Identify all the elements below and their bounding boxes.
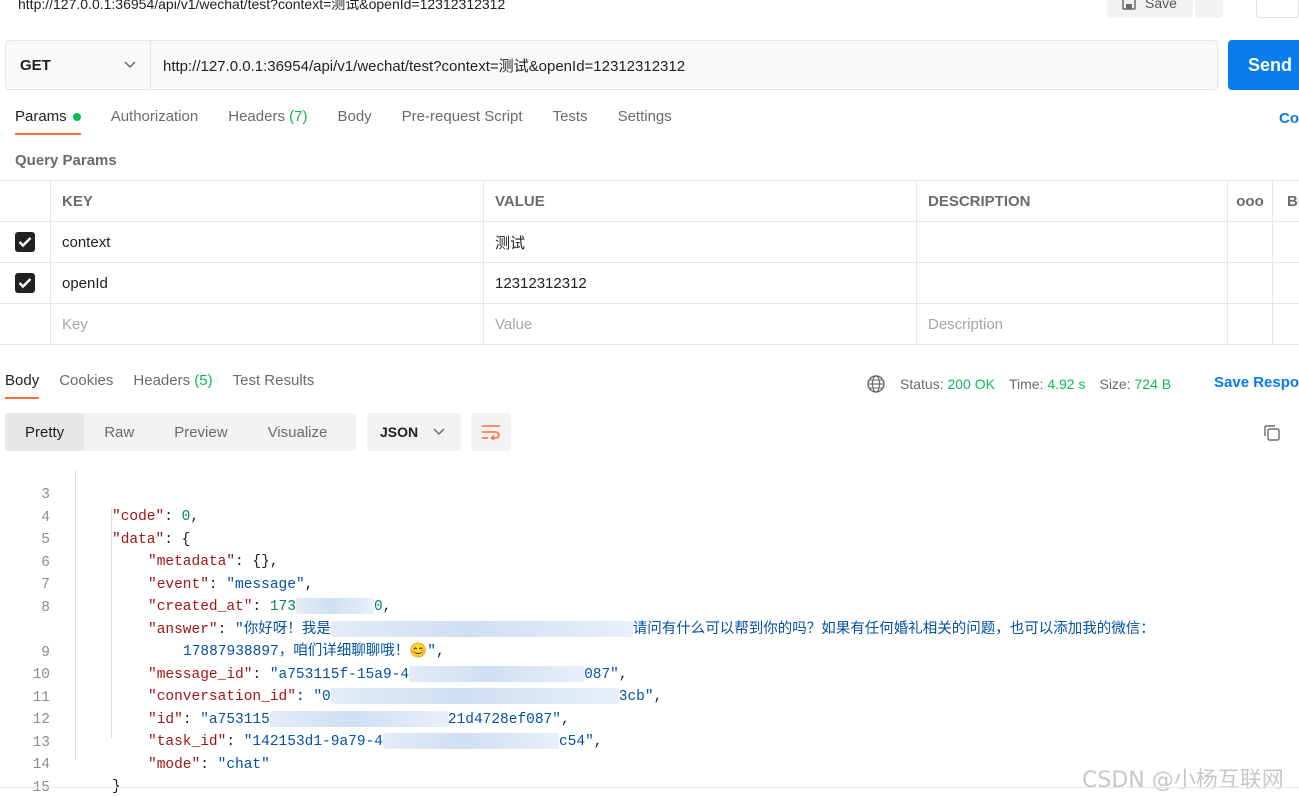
top-bar: http://127.0.0.1:36954/api/v1/wechat/tes… xyxy=(0,0,1299,20)
request-tabs: Params Authorization Headers (7) Body Pr… xyxy=(15,108,702,135)
check-icon xyxy=(18,278,32,289)
code-line: 3 "code": 0, xyxy=(41,487,200,525)
method-select[interactable]: GET xyxy=(6,41,151,89)
code-line: 13 "mode": "chat" xyxy=(32,735,270,773)
table-row-new: Key Value Description xyxy=(0,304,1299,345)
code-line: 4 "data": { xyxy=(41,510,191,548)
chevron-down-icon xyxy=(433,428,445,436)
tab-headers[interactable]: Headers (7) xyxy=(228,108,307,135)
param-description-input[interactable] xyxy=(917,263,1228,303)
param-key-input[interactable]: context xyxy=(51,222,484,262)
tab-authorization[interactable]: Authorization xyxy=(111,108,199,135)
tab-body[interactable]: Body xyxy=(337,108,371,135)
watermark: CSDN @小杨互联网 xyxy=(1082,768,1284,793)
tab-settings[interactable]: Settings xyxy=(618,108,672,135)
code-line: 12 "task_id": "142153d1-9a79-4 c54", xyxy=(32,712,603,750)
save-button[interactable]: Save xyxy=(1107,0,1193,18)
param-value-input[interactable]: 测试 xyxy=(484,222,917,262)
view-mode-toggle: Pretty Raw Preview Visualize xyxy=(5,413,356,451)
status-text: Status: 200 OK xyxy=(900,376,995,392)
size-text: Size: 724 B xyxy=(1099,376,1172,392)
query-params-table: KEY VALUE DESCRIPTION ooo Bu context 测试 … xyxy=(0,180,1299,345)
bulk-edit-link[interactable]: Bu xyxy=(1273,181,1299,221)
table-header-row: KEY VALUE DESCRIPTION ooo Bu xyxy=(0,181,1299,222)
params-active-dot xyxy=(72,113,81,122)
method-label: GET xyxy=(20,56,51,74)
cookies-link[interactable]: Co xyxy=(1279,110,1299,127)
tab-response-headers[interactable]: Headers (5) xyxy=(133,372,212,399)
response-headers-count: (5) xyxy=(194,372,213,389)
more-options-icon[interactable]: ooo xyxy=(1228,181,1273,221)
new-description-input[interactable]: Description xyxy=(917,304,1228,344)
copy-icon[interactable] xyxy=(1262,423,1282,446)
code-line: 5 "metadata": {}, xyxy=(41,532,279,570)
view-raw-button[interactable]: Raw xyxy=(84,413,154,451)
request-title: http://127.0.0.1:36954/api/v1/wechat/tes… xyxy=(18,0,506,12)
new-key-input[interactable]: Key xyxy=(51,304,484,344)
query-params-title: Query Params xyxy=(15,152,117,169)
tab-response-cookies[interactable]: Cookies xyxy=(59,372,113,399)
format-select[interactable]: JSON xyxy=(367,413,461,451)
save-label: Save xyxy=(1145,0,1177,11)
chevron-down-icon xyxy=(124,61,136,69)
column-header-description: DESCRIPTION xyxy=(917,181,1228,221)
code-line: 14 } xyxy=(32,757,121,795)
response-status: Status: 200 OK Time: 4.92 s Size: 724 B xyxy=(866,374,1171,394)
wrap-lines-icon xyxy=(482,425,500,440)
save-response-button[interactable]: Save Respo xyxy=(1214,374,1299,391)
format-label: JSON xyxy=(380,424,419,440)
globe-icon[interactable] xyxy=(866,374,886,394)
headers-count: (7) xyxy=(289,108,308,125)
response-body-code[interactable]: 3 "code": 0, 4 "data": { 5 "metadata": {… xyxy=(0,462,1299,797)
tab-tests[interactable]: Tests xyxy=(553,108,588,135)
param-key-input[interactable]: openId xyxy=(51,263,484,303)
save-icon xyxy=(1122,0,1136,10)
table-row: openId 12312312312 xyxy=(0,263,1299,304)
code-line: 6 "event": "message", xyxy=(41,555,314,593)
time-text: Time: 4.92 s xyxy=(1008,376,1086,392)
edit-icon[interactable] xyxy=(1256,0,1299,18)
code-line: 7 "created_at": 173 0, xyxy=(41,577,392,615)
save-dropdown-button[interactable] xyxy=(1195,0,1223,18)
table-row: context 测试 xyxy=(0,222,1299,263)
tab-test-results[interactable]: Test Results xyxy=(233,372,315,399)
url-input[interactable] xyxy=(151,41,1217,89)
code-line: 8 "answer": "你好呀！我是 请问有什么可以帮到你的吗？如果有任何婚礼相… xyxy=(41,600,1155,638)
check-icon xyxy=(18,237,32,248)
divider xyxy=(0,787,1299,788)
column-header-value: VALUE xyxy=(484,181,917,221)
code-line: 10 "conversation_id": "0 3cb", xyxy=(32,667,663,705)
new-value-input[interactable]: Value xyxy=(484,304,917,344)
code-line: 9 "message_id": "a753115f-15a9-4 087", xyxy=(41,645,628,683)
view-preview-button[interactable]: Preview xyxy=(154,413,247,451)
request-bar: GET xyxy=(5,40,1218,90)
wrap-lines-button[interactable] xyxy=(471,413,511,451)
param-description-input[interactable] xyxy=(917,222,1228,262)
code-line-wrapped: 17887938897，咱们详细聊聊哦！😊", xyxy=(183,644,445,660)
response-tabs: Body Cookies Headers (5) Test Results xyxy=(5,372,334,399)
view-visualize-button[interactable]: Visualize xyxy=(248,413,348,451)
tab-prerequest-script[interactable]: Pre-request Script xyxy=(402,108,523,135)
tab-response-body[interactable]: Body xyxy=(5,372,40,399)
column-header-key: KEY xyxy=(51,181,484,221)
tab-params[interactable]: Params xyxy=(15,108,81,135)
param-checkbox[interactable] xyxy=(15,273,35,293)
send-button[interactable]: Send xyxy=(1228,40,1299,90)
param-value-input[interactable]: 12312312312 xyxy=(484,263,917,303)
view-pretty-button[interactable]: Pretty xyxy=(5,413,85,451)
param-checkbox[interactable] xyxy=(15,232,35,252)
code-line: 11 "id": "a753115 21d4728ef087", xyxy=(32,690,570,728)
